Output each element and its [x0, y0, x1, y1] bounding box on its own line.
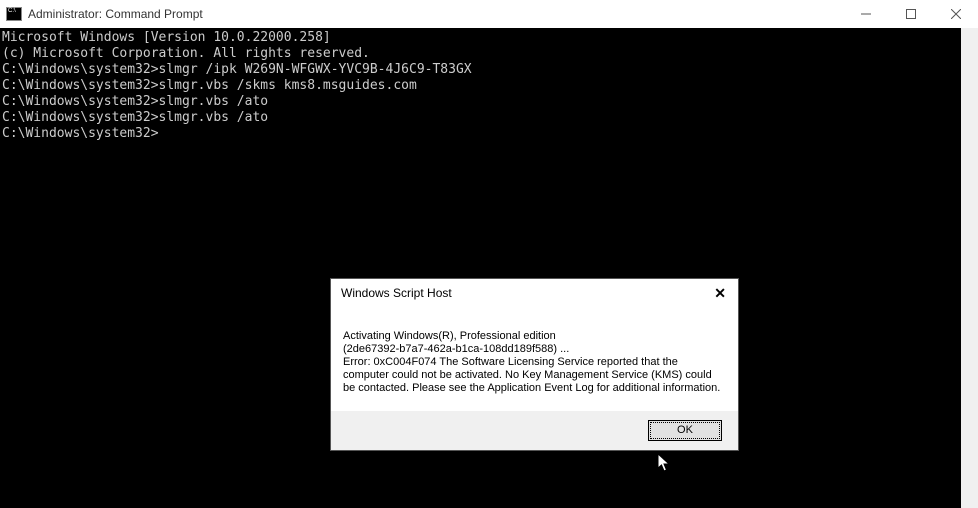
windows-script-host-dialog: Windows Script Host ✕ Activating Windows… [330, 278, 739, 451]
window-controls [843, 0, 978, 28]
dialog-close-icon[interactable]: ✕ [710, 284, 730, 302]
dialog-body: Activating Windows(R), Professional edit… [331, 310, 738, 411]
terminal-line: C:\Windows\system32>slmgr.vbs /ato [2, 110, 976, 126]
dialog-footer: OK [331, 411, 738, 450]
dialog-title-text: Windows Script Host [341, 286, 452, 300]
terminal-output: Microsoft Windows [Version 10.0.22000.25… [0, 28, 978, 144]
vertical-scrollbar[interactable] [961, 28, 978, 508]
dialog-title-bar[interactable]: Windows Script Host ✕ [331, 279, 738, 310]
close-button[interactable] [933, 0, 978, 28]
ok-button[interactable]: OK [648, 420, 722, 441]
dialog-message-line: Error: 0xC004F074 The Software Licensing… [343, 356, 726, 395]
minimize-button[interactable] [843, 0, 888, 28]
scrollbar-thumb[interactable] [961, 28, 978, 508]
terminal-line: Microsoft Windows [Version 10.0.22000.25… [2, 30, 976, 46]
dialog-message-line: Activating Windows(R), Professional edit… [343, 330, 726, 343]
window-title: Administrator: Command Prompt [28, 7, 203, 21]
terminal-prompt[interactable]: C:\Windows\system32> [2, 126, 976, 142]
terminal-line: C:\Windows\system32>slmgr /ipk W269N-WFG… [2, 62, 976, 78]
title-left: Administrator: Command Prompt [6, 7, 203, 21]
mouse-cursor-icon [658, 454, 674, 474]
terminal-line: C:\Windows\system32>slmgr.vbs /skms kms8… [2, 78, 976, 94]
maximize-button[interactable] [888, 0, 933, 28]
terminal-line: (c) Microsoft Corporation. All rights re… [2, 46, 976, 62]
dialog-message-line: (2de67392-b7a7-462a-b1ca-108dd189f588) .… [343, 343, 726, 356]
cmd-prompt-icon [6, 7, 22, 21]
title-bar: Administrator: Command Prompt [0, 0, 978, 28]
terminal-line: C:\Windows\system32>slmgr.vbs /ato [2, 94, 976, 110]
